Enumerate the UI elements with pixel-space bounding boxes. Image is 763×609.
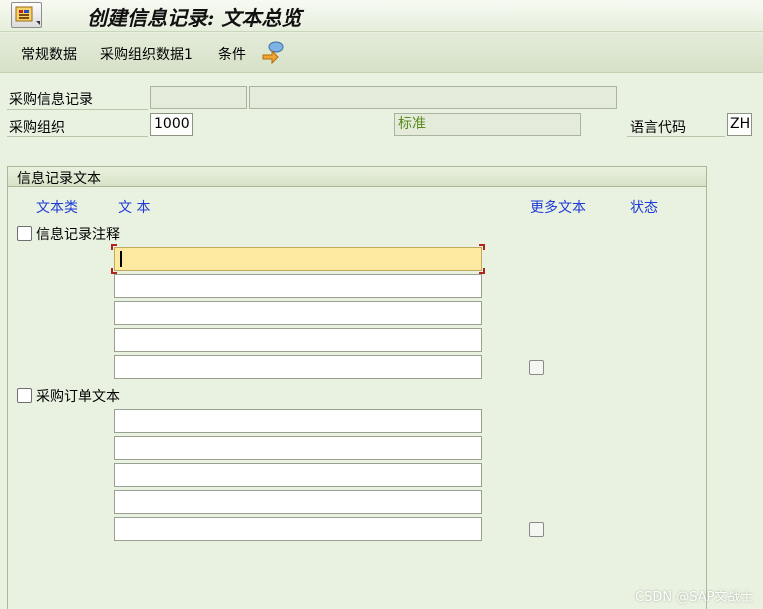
group-header: 信息记录文本 — [8, 167, 706, 187]
sap-transaction-icon[interactable] — [11, 2, 42, 28]
po-text-line-4[interactable] — [114, 490, 482, 514]
language-field[interactable]: ZH — [727, 113, 752, 136]
info-record-field[interactable] — [150, 86, 247, 109]
focus-corner — [111, 244, 117, 250]
info-record-note-checkbox[interactable] — [17, 226, 32, 241]
po-text-label: 采购订单文本 — [36, 389, 120, 405]
watermark: CSDN @SAP文战士 — [635, 590, 754, 605]
po-text-line-1[interactable] — [114, 409, 482, 433]
info-category-field[interactable]: 标准 — [394, 113, 581, 136]
label-underline — [7, 136, 148, 137]
info-record-note-line-2[interactable] — [114, 274, 482, 298]
column-text: 文 本 — [118, 200, 151, 216]
conditions-button[interactable]: 条件 — [218, 44, 246, 64]
info-record-label: 采购信息记录 — [9, 92, 93, 108]
focus-corner — [479, 244, 485, 250]
info-record-note-line-5[interactable] — [114, 355, 482, 379]
navigate-objects-icon[interactable] — [261, 40, 285, 65]
info-record-description-field[interactable] — [249, 86, 617, 109]
group-title: 信息记录文本 — [17, 171, 101, 187]
info-record-note-more-text-checkbox[interactable] — [529, 360, 544, 375]
po-text-line-2[interactable] — [114, 436, 482, 460]
info-record-note-line-1[interactable] — [114, 247, 482, 271]
po-text-line-5[interactable] — [114, 517, 482, 541]
label-underline — [627, 136, 725, 137]
title-bar: 创建信息记录: 文本总览 — [0, 0, 763, 32]
po-text-line-3[interactable] — [114, 463, 482, 487]
application-toolbar: 常规数据 采购组织数据1 条件 — [0, 33, 763, 73]
info-record-note-label: 信息记录注释 — [36, 227, 120, 243]
po-text-checkbox[interactable] — [17, 388, 32, 403]
column-status: 状态 — [630, 200, 658, 216]
label-underline — [7, 109, 148, 110]
language-label: 语言代码 — [630, 120, 686, 136]
general-data-button[interactable]: 常规数据 — [21, 44, 77, 64]
purch-org-field[interactable]: 1000 — [150, 113, 193, 136]
info-record-note-line-4[interactable] — [114, 328, 482, 352]
page-title: 创建信息记录: 文本总览 — [87, 6, 302, 30]
text-cursor — [120, 251, 122, 267]
info-record-note-line-3[interactable] — [114, 301, 482, 325]
purch-org-data-button[interactable]: 采购组织数据1 — [100, 44, 193, 64]
po-text-more-text-checkbox[interactable] — [529, 522, 544, 537]
column-text-type: 文本类 — [36, 200, 78, 216]
purch-org-label: 采购组织 — [9, 120, 65, 136]
column-more-text: 更多文本 — [530, 200, 586, 216]
